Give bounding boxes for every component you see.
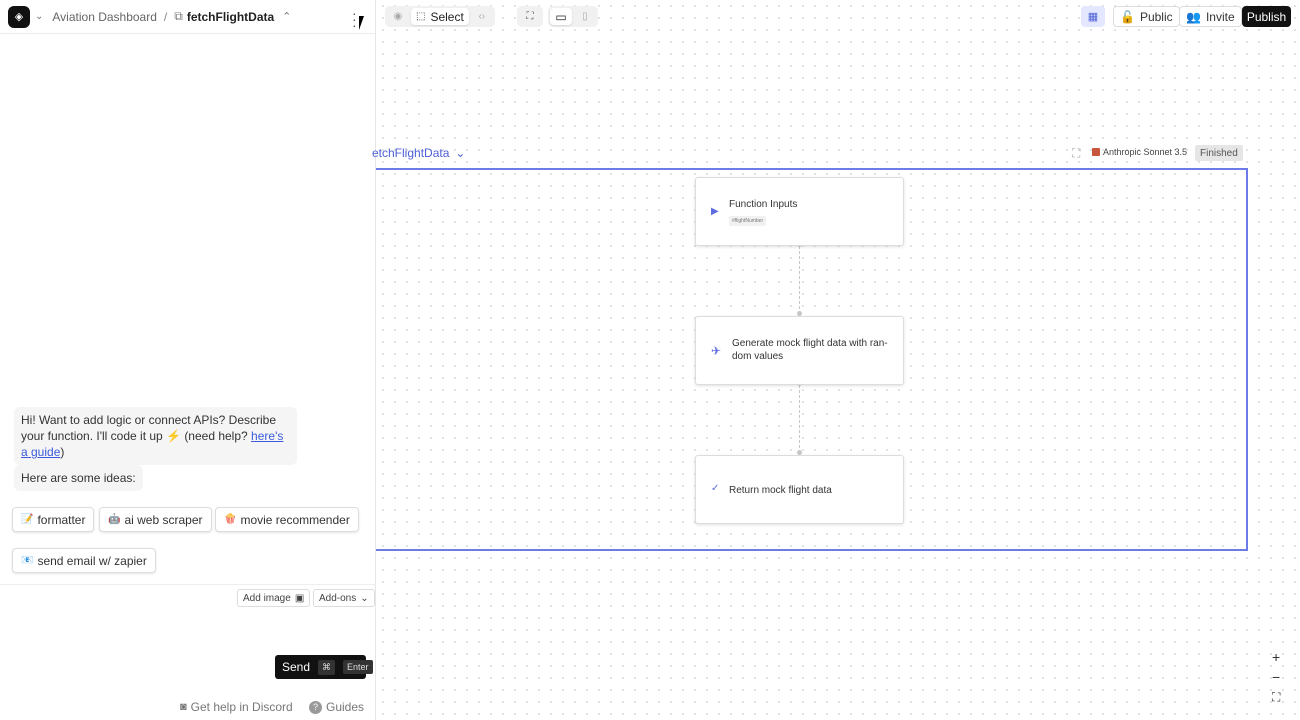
model-badge[interactable]: Anthropic Sonnet 3.5	[1092, 147, 1187, 157]
flow-title[interactable]: etchFlightData ⌄	[372, 146, 465, 160]
expand-icon[interactable]: ⛶	[1072, 146, 1080, 161]
users-icon: 👥	[1186, 9, 1201, 24]
public-button[interactable]: 🔓 Public	[1113, 6, 1180, 27]
mode-toggle-group: ◉ ⬚ Select ‹›	[385, 6, 495, 27]
more-options-icon[interactable]: · · ·	[352, 6, 357, 32]
guides-link[interactable]: ? Guides	[309, 700, 364, 714]
flow-title-label: etchFlightData	[372, 146, 450, 160]
public-label: Public	[1139, 9, 1173, 24]
play-icon: ▶	[711, 206, 719, 217]
preview-eye-icon[interactable]: ◉	[387, 8, 409, 25]
invite-button[interactable]: 👥 Invite	[1179, 6, 1242, 27]
chevron-down-icon[interactable]: ⌄	[35, 11, 43, 22]
select-label: Select	[430, 9, 464, 24]
model-label: Anthropic Sonnet 3.5	[1103, 147, 1188, 157]
send-label: Send	[282, 660, 311, 674]
breadcrumb-separator: /	[163, 9, 168, 24]
idea-label: formatter	[37, 512, 86, 527]
node-generate-mock-data[interactable]: ✈ Generate mock flight data with ran- do…	[695, 316, 904, 385]
idea-send-email[interactable]: 📧 send email w/ zapier	[12, 548, 156, 573]
fullscreen-group: ⛶	[517, 6, 543, 27]
input-divider	[0, 584, 376, 585]
discord-label: Get help in Discord	[190, 700, 293, 714]
greeting-text: Hi! Want to add logic or connect APIs? D…	[21, 413, 277, 443]
app-logo-icon[interactable]: ◈	[8, 5, 30, 28]
node-function-inputs[interactable]: ▶ Function Inputs #flightNumber	[695, 177, 904, 246]
mobile-icon[interactable]: ▯	[574, 8, 596, 25]
idea-label: movie recommender	[240, 512, 350, 527]
zoom-out-button[interactable]: −	[1272, 669, 1280, 685]
collaborators-icon[interactable]: ▦	[1081, 6, 1105, 27]
function-icon: ⧉	[174, 9, 183, 23]
edge-1	[799, 246, 800, 314]
code-icon[interactable]: ‹›	[471, 8, 493, 25]
check-icon: ✓	[711, 483, 720, 494]
idea-ai-web-scraper[interactable]: 🤖 ai web scraper	[99, 507, 212, 532]
invite-label: Invite	[1205, 9, 1235, 24]
publish-button[interactable]: Publish	[1242, 6, 1291, 27]
addons-dropdown[interactable]: Add-ons ⌄	[313, 589, 375, 607]
image-icon: ▣	[294, 592, 305, 604]
node-return-data[interactable]: ✓ Return mock flight data	[695, 455, 904, 524]
fullscreen-icon[interactable]: ⛶	[519, 8, 541, 25]
add-image-label: Add image	[243, 592, 291, 604]
discord-link[interactable]: ◙ Get help in Discord	[180, 700, 293, 714]
cmd-key: ⌘	[318, 659, 336, 675]
chat-panel: ◈ ⌄ Aviation Dashboard / ⧉ fetchFlightDa…	[0, 0, 376, 720]
lock-icon: 🔓	[1120, 9, 1135, 24]
collapse-icon[interactable]: ⌃	[282, 10, 291, 23]
node-label: Generate mock flight data with ran- dom …	[732, 338, 888, 362]
select-button[interactable]: ⬚ Select	[411, 8, 469, 25]
help-icon: ?	[309, 700, 322, 714]
device-toggle-group: ▭ ▯	[548, 6, 598, 27]
chevron-down-icon: ⌄	[360, 592, 369, 604]
ideas-heading: Here are some ideas:	[14, 465, 143, 491]
idea-label: ai web scraper	[124, 512, 203, 527]
breadcrumb-project[interactable]: Aviation Dashboard	[52, 10, 157, 24]
guides-label: Guides	[326, 700, 365, 714]
add-image-button[interactable]: Add image ▣	[237, 589, 311, 607]
chevron-down-icon: ⌄	[455, 146, 466, 160]
airplane-icon: ✈	[711, 344, 722, 358]
idea-formatter[interactable]: 📝 formatter	[12, 507, 95, 532]
anthropic-icon	[1092, 148, 1100, 156]
fit-view-button[interactable]: ⛶	[1272, 690, 1280, 705]
status-badge: Finished	[1195, 145, 1243, 161]
left-topbar: ◈ ⌄ Aviation Dashboard / ⧉ fetchFlightDa…	[0, 0, 376, 34]
greeting-end: )	[60, 445, 65, 459]
send-button[interactable]: Send ⌘ Enter	[275, 655, 373, 679]
breadcrumb-function[interactable]: fetchFlightData	[187, 10, 274, 24]
popcorn-icon: 🍿	[224, 514, 237, 525]
addons-label: Add-ons	[319, 592, 357, 604]
select-icon: ⬚	[416, 11, 426, 22]
discord-icon: ◙	[180, 701, 187, 713]
email-icon: 📧	[21, 555, 34, 566]
idea-label: send email w/ zapier	[37, 553, 147, 568]
node-label: Return mock flight data	[729, 485, 832, 496]
assistant-greeting: Hi! Want to add logic or connect APIs? D…	[14, 407, 297, 465]
enter-key: Enter	[343, 660, 373, 674]
zoom-in-button[interactable]: +	[1272, 649, 1280, 665]
desktop-icon[interactable]: ▭	[550, 8, 572, 25]
robot-icon: 🤖	[108, 514, 121, 525]
input-param-pill: #flightNumber	[729, 216, 767, 226]
node-label: Function Inputs	[729, 199, 798, 210]
edge-2	[799, 385, 800, 453]
idea-movie-recommender[interactable]: 🍿 movie recommender	[215, 507, 359, 532]
mouse-cursor-icon	[359, 16, 369, 30]
memo-icon: 📝	[21, 514, 34, 525]
